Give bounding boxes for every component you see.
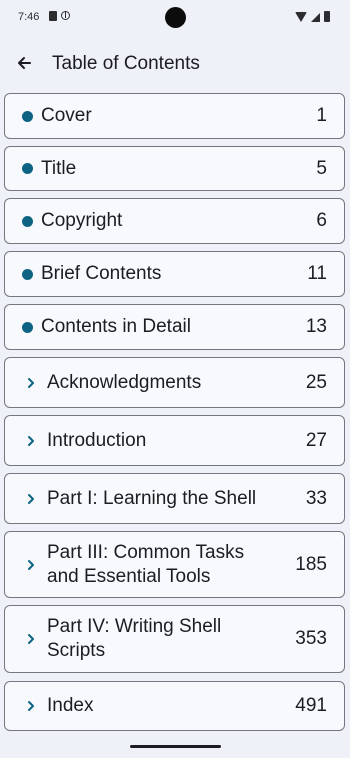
toc-item-label: Index [47,695,94,716]
toc-item-label: Copyright [41,210,123,231]
toc-item-label: Introduction [47,429,147,451]
bullet-dot-icon [22,215,33,227]
toc-item-contents-in-detail[interactable]: Contents in Detail 13 [4,304,345,350]
page-title: Table of Contents [52,53,200,74]
wifi-icon [295,12,307,22]
camera-cutout [165,7,186,28]
status-bar: 7:46 [0,0,350,36]
toc-item-part-i[interactable]: Part I: Learning the Shell 33 [4,473,345,524]
globe-icon [61,11,70,20]
bullet-dot-icon [22,163,33,174]
toc-item-label: Brief Contents [41,263,162,284]
chevron-right-icon[interactable] [24,492,38,506]
toc-item-page: 11 [307,263,327,284]
chevron-right-icon[interactable] [24,558,38,572]
toc-item-page: 25 [305,371,327,393]
toc-item-label: Part III: Common Tasks and Essential Too… [47,541,245,587]
gesture-nav-handle[interactable] [130,745,221,748]
sim-card-icon [49,11,57,21]
toc-item-acknowledgments[interactable]: Acknowledgments 25 [4,357,345,408]
toc-item-label: Part IV: Writing Shell Scripts [47,616,222,661]
toc-item-part-iii[interactable]: Part III: Common Tasks and Essential Too… [4,531,345,598]
chevron-right-icon[interactable] [24,699,38,713]
toc-item-label: Cover [41,105,92,126]
signal-icon [311,13,320,22]
toc-item-copyright[interactable]: Copyright 6 [4,198,345,244]
toc-item-page: 13 [305,316,327,337]
toc-item-title[interactable]: Title 5 [4,146,345,191]
status-icons-right [295,11,330,22]
toc-item-index[interactable]: Index 491 [4,681,345,731]
toc-item-page: 6 [316,210,327,231]
toc-item-label: Acknowledgments [47,371,202,393]
toc-item-page: 27 [305,429,327,451]
chevron-right-icon[interactable] [24,632,38,646]
bullet-dot-icon [22,268,33,280]
toc-item-page: 33 [305,487,327,509]
toc-item-label: Part I: Learning the Shell [47,487,257,509]
back-button[interactable] [8,46,40,80]
toc-item-page: 1 [316,105,327,126]
status-time: 7:46 [18,11,40,23]
arrow-back-icon [18,57,31,69]
toc-item-label: Title [41,157,77,179]
app-bar: Table of Contents [0,38,350,88]
toc-item-page: 5 [316,157,327,179]
toc-item-page: 185 [295,553,327,575]
toc-item-page: 353 [295,628,327,649]
chevron-right-icon[interactable] [24,376,38,390]
toc-item-part-iv[interactable]: Part IV: Writing Shell Scripts 353 [4,605,345,673]
toc-item-introduction[interactable]: Introduction 27 [4,415,345,466]
toc-item-label: Contents in Detail [41,316,191,337]
bullet-dot-icon [22,110,33,122]
chevron-right-icon[interactable] [24,434,38,448]
bullet-dot-icon [22,321,33,333]
toc-item-brief-contents[interactable]: Brief Contents 11 [4,251,345,297]
toc-item-page: 491 [295,695,327,716]
battery-icon [324,11,330,22]
status-icons-left [49,11,70,21]
toc-item-cover[interactable]: Cover 1 [4,93,345,139]
